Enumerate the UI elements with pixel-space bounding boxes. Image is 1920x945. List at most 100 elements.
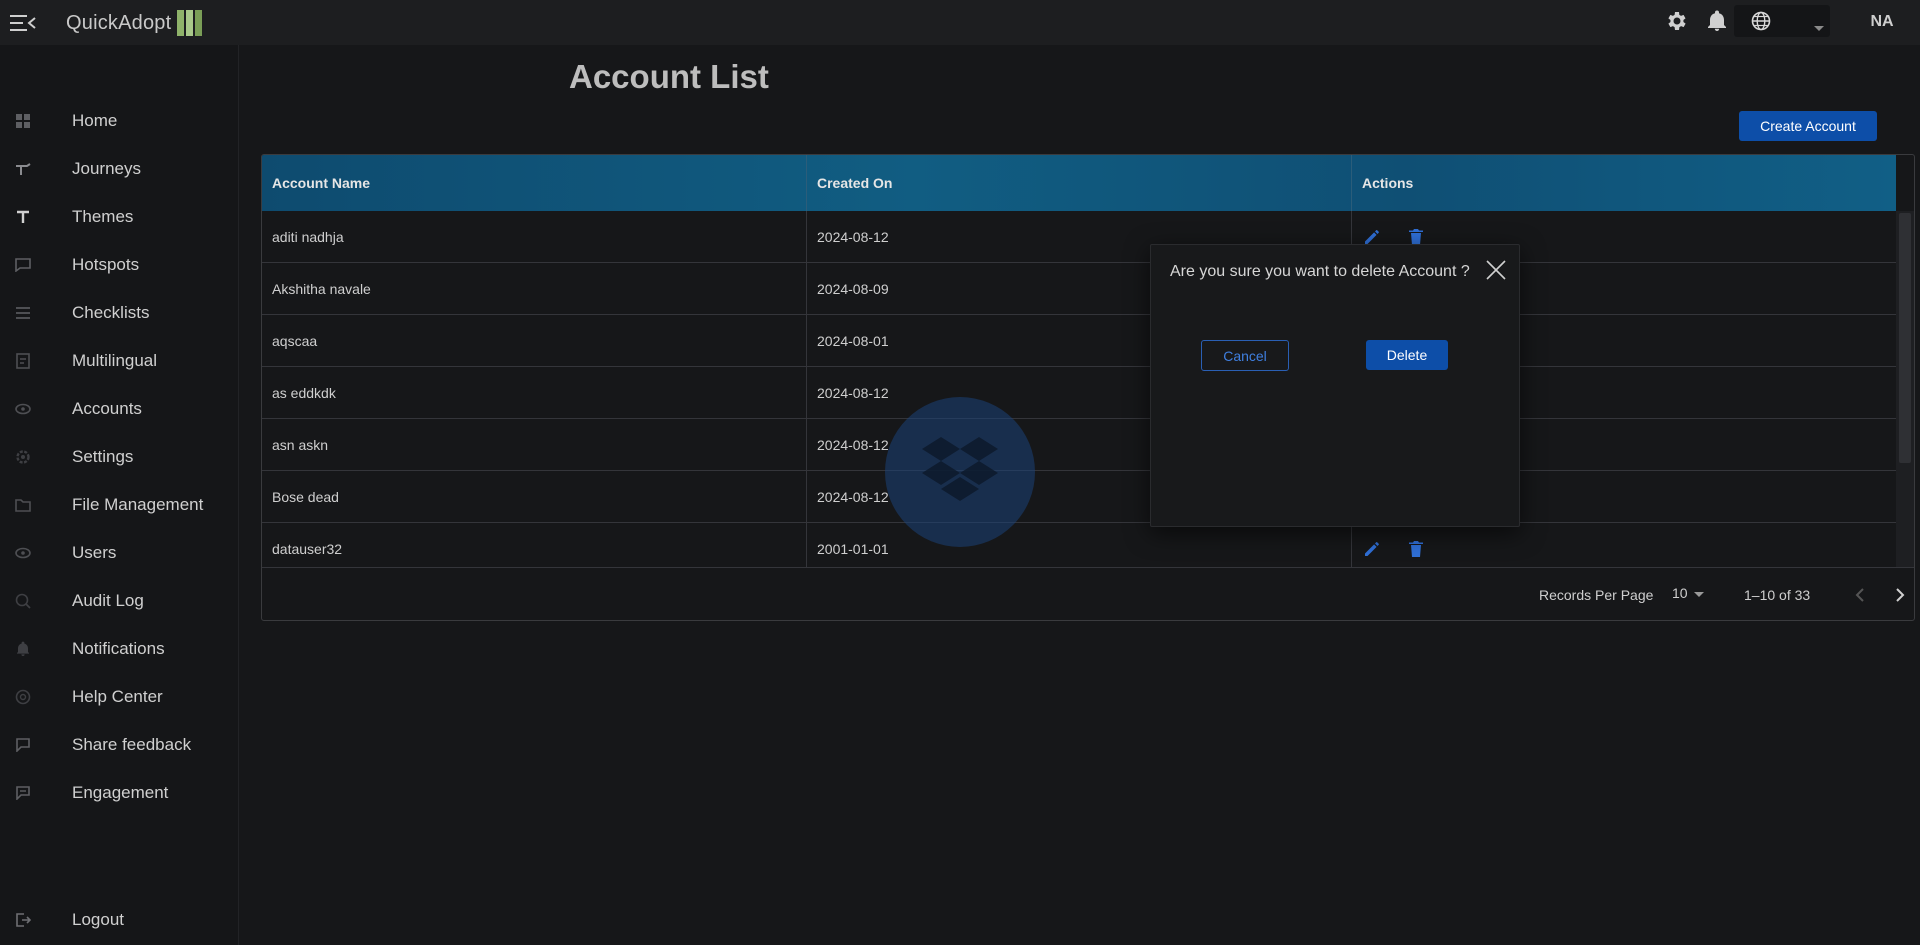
menu-collapse-icon[interactable]	[10, 14, 36, 32]
sidebar-item-engagement[interactable]: Engagement	[0, 773, 239, 813]
records-per-page-value: 10	[1672, 585, 1688, 601]
column-header-account-name[interactable]: Account Name	[262, 155, 807, 211]
created-on-cell: 2001-01-01	[807, 523, 1352, 567]
engagement-icon	[14, 784, 32, 802]
vertical-scrollbar[interactable]	[1896, 211, 1914, 567]
chevron-down-icon	[1693, 585, 1704, 601]
sidebar-item-label: Checklists	[72, 303, 150, 322]
accounts-icon	[14, 400, 32, 418]
sidebar-item-label: Help Center	[72, 687, 163, 706]
scrollbar-thumb[interactable]	[1899, 213, 1911, 463]
help-icon	[14, 688, 32, 706]
sidebar-item-accounts[interactable]: Accounts	[0, 389, 239, 429]
app-logo[interactable]: QuickAdopt	[66, 10, 203, 36]
sidebar-item-file-management[interactable]: File Management	[0, 485, 239, 525]
language-select[interactable]	[1734, 5, 1830, 37]
sidebar-item-hotspots[interactable]: Hotspots	[0, 245, 239, 285]
audit-icon	[14, 592, 32, 610]
folder-icon	[14, 496, 32, 514]
chat-icon	[14, 256, 32, 274]
account-name-cell: datauser32	[262, 523, 807, 567]
sidebar-item-users[interactable]: Users	[0, 533, 239, 573]
checklist-icon	[14, 304, 32, 322]
edit-icon[interactable]	[1362, 539, 1382, 559]
app-name: QuickAdopt	[66, 11, 172, 34]
sidebar-item-label: Share feedback	[72, 735, 192, 754]
delete-button[interactable]: Delete	[1366, 340, 1448, 370]
top-bar: QuickAdopt NA	[0, 0, 1920, 45]
table-row: Akshitha navale 2024-08-09	[262, 263, 1896, 315]
user-avatar[interactable]: NA	[1862, 6, 1902, 38]
sidebar-item-share-feedback[interactable]: Share feedback	[0, 725, 239, 765]
gear-icon	[14, 448, 32, 466]
chevron-down-icon	[1814, 19, 1824, 37]
table-header: Account Name Created On Actions	[262, 155, 1896, 211]
sidebar: Home Journeys Themes Hotspots Checklists…	[0, 45, 239, 945]
sidebar-item-label: Audit Log	[72, 591, 144, 610]
sidebar-item-label: Multilingual	[72, 351, 158, 370]
sidebar-item-audit-log[interactable]: Audit Log	[0, 581, 239, 621]
bell-icon[interactable]	[1705, 9, 1729, 33]
logout-button[interactable]: Logout	[0, 900, 239, 940]
sidebar-item-journeys[interactable]: Journeys	[0, 149, 239, 189]
account-name-cell: aditi nadhja	[262, 211, 807, 263]
sidebar-item-label: File Management	[72, 495, 204, 514]
table-pagination: Records Per Page 10 1–10 of 33	[262, 567, 1914, 620]
records-per-page-label: Records Per Page	[1539, 587, 1654, 603]
actions-cell	[1352, 523, 1896, 567]
sidebar-item-settings[interactable]: Settings	[0, 437, 239, 477]
sidebar-item-multilingual[interactable]: Multilingual	[0, 341, 239, 381]
globe-icon	[1751, 11, 1771, 36]
delete-icon[interactable]	[1406, 539, 1426, 559]
dialog-message: Are you sure you want to delete Account …	[1170, 263, 1470, 280]
grid-icon	[14, 112, 32, 130]
table-row: datauser32 2001-01-01	[262, 523, 1896, 567]
create-account-button[interactable]: Create Account	[1739, 111, 1877, 141]
sidebar-item-label: Notifications	[72, 639, 165, 658]
previous-page-icon[interactable]	[1848, 583, 1872, 607]
loading-spinner	[885, 397, 1035, 547]
table-row: aditi nadhja 2024-08-12	[262, 211, 1896, 263]
page-title: Account List	[569, 58, 769, 95]
table-row: Bose dead 2024-08-12	[262, 471, 1896, 523]
account-name-cell: aqscaa	[262, 315, 807, 367]
next-page-icon[interactable]	[1888, 583, 1912, 607]
sidebar-item-home[interactable]: Home	[0, 101, 239, 141]
logo-mark-icon	[177, 10, 203, 36]
sidebar-item-label: Accounts	[72, 399, 142, 418]
pagination-range: 1–10 of 33	[1744, 587, 1811, 603]
journey-icon	[14, 160, 32, 178]
users-icon	[14, 544, 32, 562]
sidebar-item-label: Themes	[72, 207, 134, 226]
sidebar-item-label: Hotspots	[72, 255, 140, 274]
table-body: aditi nadhja 2024-08-12 Akshitha navale …	[262, 211, 1896, 567]
text-icon	[14, 208, 32, 226]
table-row: aqscaa 2024-08-01	[262, 315, 1896, 367]
delete-confirm-dialog: Are you sure you want to delete Account …	[1150, 244, 1520, 527]
column-header-created-on[interactable]: Created On	[807, 155, 1352, 211]
accounts-table: Account Name Created On Actions aditi na…	[261, 154, 1915, 621]
close-icon[interactable]	[1485, 259, 1507, 281]
table-row: asn askn 2024-08-12	[262, 419, 1896, 471]
sidebar-item-themes[interactable]: Themes	[0, 197, 239, 237]
sidebar-item-label: Engagement	[72, 783, 169, 802]
records-per-page-select[interactable]: 10	[1672, 585, 1704, 601]
translate-icon	[14, 352, 32, 370]
sidebar-item-label: Users	[72, 543, 117, 562]
gear-icon[interactable]	[1664, 9, 1688, 33]
logout-icon	[14, 911, 32, 929]
sidebar-item-label: Home	[72, 111, 118, 130]
sidebar-item-help-center[interactable]: Help Center	[0, 677, 239, 717]
cancel-button[interactable]: Cancel	[1201, 340, 1289, 371]
dropbox-logo-icon	[922, 435, 998, 510]
sidebar-item-checklists[interactable]: Checklists	[0, 293, 239, 333]
account-name-cell: as eddkdk	[262, 367, 807, 419]
account-name-cell: asn askn	[262, 419, 807, 471]
logout-label: Logout	[72, 910, 124, 929]
sidebar-item-label: Settings	[72, 447, 134, 466]
bell-icon	[14, 640, 32, 658]
sidebar-item-notifications[interactable]: Notifications	[0, 629, 239, 669]
account-name-cell: Akshitha navale	[262, 263, 807, 315]
sidebar-item-label: Journeys	[72, 159, 141, 178]
feedback-icon	[14, 736, 32, 754]
